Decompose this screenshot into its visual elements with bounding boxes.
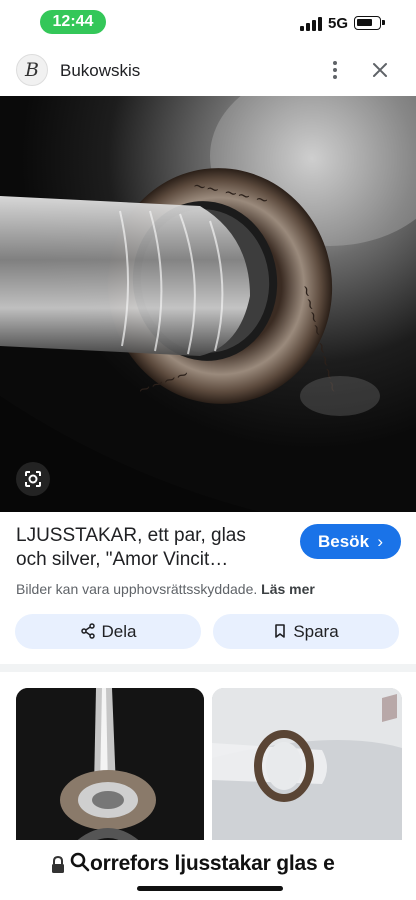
url-text: orrefors ljusstakar glas e xyxy=(70,852,390,876)
result-title-line1: LJUSSTAKAR, ett par, glas xyxy=(16,525,246,546)
site-logo[interactable]: B xyxy=(16,54,48,86)
visit-button[interactable]: Besök › xyxy=(300,524,401,559)
copyright-text: Bilder kan vara upphovsrättsskyddade. xyxy=(16,581,258,597)
share-icon xyxy=(80,623,95,639)
share-button[interactable]: Dela xyxy=(15,614,201,649)
search-icon xyxy=(70,852,90,872)
related-image-1[interactable] xyxy=(16,688,204,858)
save-button[interactable]: Spara xyxy=(213,614,399,649)
close-icon[interactable] xyxy=(366,56,394,84)
result-header: B Bukowskis xyxy=(0,50,416,94)
more-options-icon[interactable] xyxy=(322,56,348,84)
network-label: 5G xyxy=(328,15,349,32)
share-label: Dela xyxy=(101,622,137,641)
lens-search-icon[interactable] xyxy=(16,462,50,496)
battery-icon xyxy=(354,16,385,30)
save-label: Spara xyxy=(293,622,339,641)
copyright-notice: Bilder kan vara upphovsrättsskyddade. Lä… xyxy=(16,581,315,597)
visit-button-label: Besök xyxy=(318,532,370,551)
chevron-right-icon: › xyxy=(377,532,383,551)
related-image-2[interactable] xyxy=(212,688,402,858)
bookmark-icon xyxy=(275,624,286,638)
status-bar: 12:44 5G xyxy=(0,0,416,46)
main-image[interactable]: ~~ ~~ ~ ~~~~ ~~~~ ~~~~ xyxy=(0,96,416,512)
section-divider xyxy=(0,664,416,672)
signal-icon xyxy=(300,17,322,31)
address-bar[interactable]: orrefors ljusstakar glas e xyxy=(0,840,416,900)
result-title-line2: och silver, "Amor Vincit… xyxy=(16,549,229,570)
lock-icon xyxy=(52,856,64,873)
site-name[interactable]: Bukowskis xyxy=(60,61,140,81)
status-time: 12:44 xyxy=(40,10,106,34)
url-query: orrefors ljusstakar glas e xyxy=(90,852,335,875)
result-title[interactable]: LJUSSTAKAR, ett par, glas och silver, "A… xyxy=(16,524,296,572)
home-indicator[interactable] xyxy=(137,886,283,891)
read-more-link[interactable]: Läs mer xyxy=(261,581,315,597)
